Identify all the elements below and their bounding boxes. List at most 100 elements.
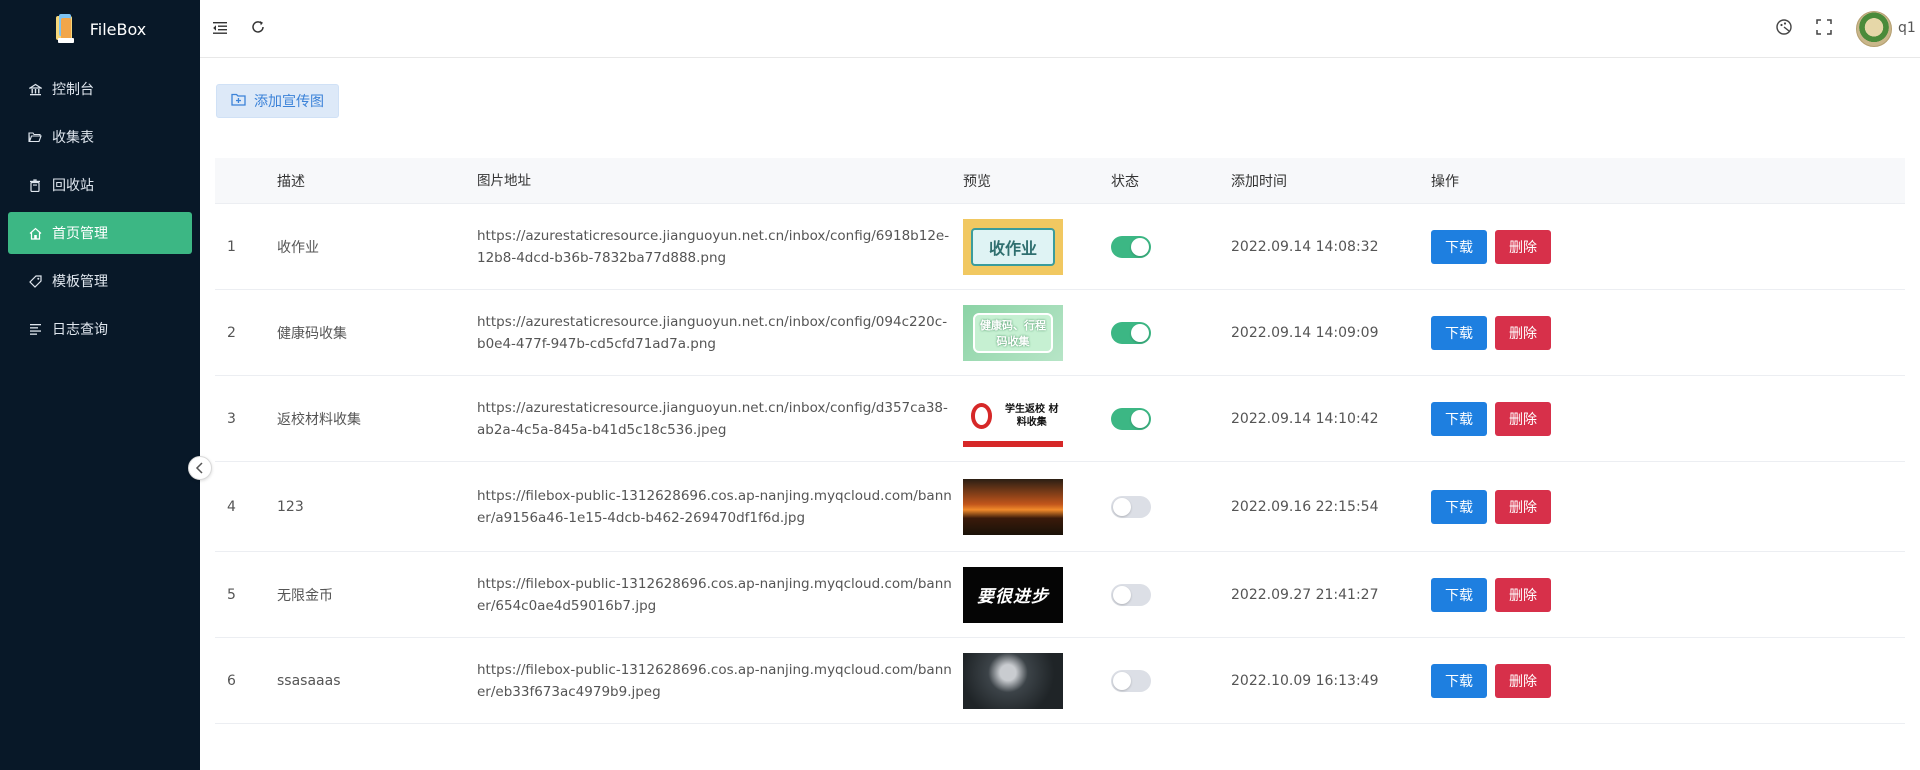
top-header: q1	[200, 0, 1920, 58]
sidebar-item-logs[interactable]: 日志查询	[8, 308, 192, 350]
row-index: 5	[227, 586, 236, 603]
table-row: 5 无限金币 https://filebox-public-1312628696…	[215, 552, 1905, 638]
row-url: https://filebox-public-1312628696.cos.ap…	[477, 487, 952, 526]
delete-button[interactable]: 删除	[1495, 663, 1551, 698]
delete-button[interactable]: 删除	[1495, 489, 1551, 524]
table-row: 1 收作业 https://azurestaticresource.jiangu…	[215, 204, 1905, 290]
sidebar-item-label: 控制台	[52, 82, 94, 98]
row-url: https://filebox-public-1312628696.cos.ap…	[477, 575, 952, 614]
status-toggle[interactable]	[1111, 669, 1151, 692]
status-toggle[interactable]	[1111, 583, 1151, 606]
column-header-status: 状态	[1111, 173, 1139, 190]
folder-add-icon	[231, 93, 246, 110]
download-button[interactable]: 下载	[1431, 401, 1487, 436]
add-banner-button[interactable]: 添加宣传图	[216, 84, 339, 118]
filebox-logo-icon	[54, 14, 76, 44]
column-header-actions: 操作	[1431, 173, 1459, 190]
banner-table: 描述 图片地址 预览 状态 添加时间 操作 1 收作业 https://azur…	[215, 158, 1905, 724]
delete-button[interactable]: 删除	[1495, 315, 1551, 350]
row-url: https://azurestaticresource.jianguoyun.n…	[477, 399, 948, 438]
alarm-clock-icon	[971, 402, 993, 429]
preview-image[interactable]: 学生返校 材料收集	[963, 390, 1063, 447]
column-header-time: 添加时间	[1231, 173, 1287, 190]
menu-fold-icon	[212, 20, 228, 39]
status-toggle[interactable]	[1111, 235, 1151, 258]
add-banner-label: 添加宣传图	[254, 94, 324, 110]
download-button[interactable]: 下载	[1431, 489, 1487, 524]
sidebar: FileBox 控制台 收集表 回收站 首页管理 模板管理 日志查询	[0, 0, 200, 770]
preview-text: 健康码、行程码收集	[973, 312, 1053, 353]
sidebar-item-collections[interactable]: 收集表	[8, 116, 192, 158]
home-icon	[28, 226, 42, 240]
delete-button[interactable]: 删除	[1495, 401, 1551, 436]
row-index: 1	[227, 238, 236, 255]
status-toggle[interactable]	[1111, 321, 1151, 344]
preview-text: 收作业	[971, 227, 1055, 266]
sidebar-item-label: 回收站	[52, 178, 94, 194]
download-button[interactable]: 下载	[1431, 315, 1487, 350]
row-desc: 健康码收集	[277, 325, 347, 342]
column-header-preview: 预览	[963, 173, 991, 190]
row-time: 2022.10.09 16:13:49	[1231, 672, 1379, 689]
row-index: 2	[227, 324, 236, 341]
sidebar-item-label: 日志查询	[52, 322, 108, 338]
refresh-icon	[250, 19, 266, 39]
sidebar-item-label: 模板管理	[52, 274, 108, 290]
sidebar-item-home-management[interactable]: 首页管理	[8, 212, 192, 254]
preview-text: 学生返校 材料收集	[1005, 403, 1059, 428]
row-desc: 返校材料收集	[277, 411, 361, 428]
row-time: 2022.09.27 21:41:27	[1231, 586, 1379, 603]
row-desc: 收作业	[277, 239, 319, 256]
bank-icon	[28, 82, 42, 96]
delete-button[interactable]: 删除	[1495, 229, 1551, 264]
user-avatar[interactable]	[1856, 11, 1892, 47]
column-header-url: 图片地址	[477, 172, 531, 189]
folder-open-icon	[28, 130, 42, 144]
sidebar-collapse-button[interactable]	[188, 456, 212, 480]
list-icon	[28, 322, 42, 336]
row-time: 2022.09.16 22:15:54	[1231, 498, 1379, 515]
chevron-left-icon	[195, 459, 205, 478]
app-logo[interactable]: FileBox	[0, 0, 200, 58]
preview-text: 要很进步	[977, 587, 1049, 607]
palette-icon	[1775, 18, 1793, 40]
table-row: 2 健康码收集 https://azurestaticresource.jian…	[215, 290, 1905, 376]
download-button[interactable]: 下载	[1431, 229, 1487, 264]
row-index: 4	[227, 498, 236, 515]
app-title: FileBox	[89, 19, 147, 39]
row-desc: 123	[277, 498, 304, 515]
fullscreen-icon	[1816, 19, 1832, 39]
row-url: https://filebox-public-1312628696.cos.ap…	[477, 661, 952, 700]
row-url: https://azurestaticresource.jianguoyun.n…	[477, 227, 950, 266]
menu-fold-button[interactable]	[210, 19, 230, 39]
row-desc: ssasaaas	[277, 672, 341, 689]
row-time: 2022.09.14 14:10:42	[1231, 410, 1379, 427]
username[interactable]: q1	[1898, 20, 1916, 36]
row-time: 2022.09.14 14:09:09	[1231, 324, 1379, 341]
table-row: 4 123 https://filebox-public-1312628696.…	[215, 462, 1905, 552]
row-time: 2022.09.14 14:08:32	[1231, 238, 1379, 255]
sidebar-item-label: 收集表	[52, 130, 94, 146]
table-row: 6 ssasaaas https://filebox-public-131262…	[215, 638, 1905, 724]
download-button[interactable]: 下载	[1431, 663, 1487, 698]
status-toggle[interactable]	[1111, 407, 1151, 430]
refresh-button[interactable]	[248, 19, 268, 39]
status-toggle[interactable]	[1111, 495, 1151, 518]
fullscreen-button[interactable]	[1814, 19, 1834, 39]
download-button[interactable]: 下载	[1431, 577, 1487, 612]
sidebar-item-templates[interactable]: 模板管理	[8, 260, 192, 302]
preview-image[interactable]	[963, 652, 1063, 709]
preview-image[interactable]	[963, 478, 1063, 535]
preview-image[interactable]: 收作业	[963, 218, 1063, 275]
preview-image[interactable]: 要很进步	[963, 566, 1063, 623]
sidebar-item-recycle[interactable]: 回收站	[8, 164, 192, 206]
delete-button[interactable]: 删除	[1495, 577, 1551, 612]
sidebar-item-dashboard[interactable]: 控制台	[8, 68, 192, 110]
row-index: 3	[227, 410, 236, 427]
sidebar-menu: 控制台 收集表 回收站 首页管理 模板管理 日志查询	[0, 68, 200, 350]
main-content: 添加宣传图 描述 图片地址 预览 状态 添加时间 操作 1 收作业 https:…	[200, 58, 1920, 770]
theme-button[interactable]	[1774, 19, 1794, 39]
preview-image[interactable]: 健康码、行程码收集	[963, 304, 1063, 361]
row-url: https://azurestaticresource.jianguoyun.n…	[477, 313, 948, 352]
sidebar-item-label: 首页管理	[52, 226, 108, 242]
